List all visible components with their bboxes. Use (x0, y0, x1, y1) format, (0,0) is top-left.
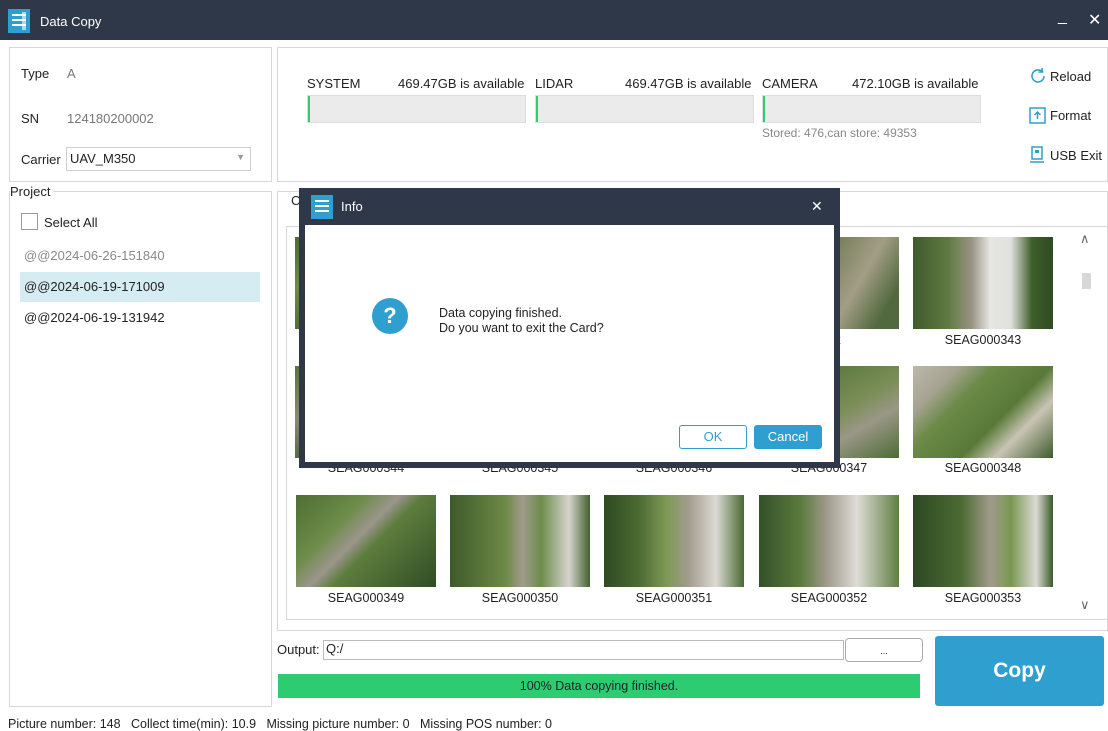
thumbnail-image[interactable] (835, 366, 899, 458)
app-icon (311, 195, 333, 219)
collect-time: Collect time(min): 10.9 (130, 717, 257, 731)
thumbnail-caption: SEAG000343 (944, 333, 1022, 347)
thumbnail-caption: SEAG000349 (327, 591, 405, 605)
project-item[interactable]: @@2024-06-26-151840 (20, 241, 260, 271)
dialog-message-line1: Data copying finished. (439, 306, 562, 320)
system-storage-bar (307, 95, 526, 123)
lidar-available: 469.47GB is available (625, 76, 752, 91)
project-item[interactable]: @@2024-06-19-131942 (20, 303, 260, 333)
thumbnail-image[interactable] (759, 495, 899, 587)
format-button[interactable]: Format (1028, 105, 1108, 125)
reload-label: Reload (1050, 69, 1092, 84)
camera-storage-fill (763, 96, 765, 122)
thumbnail-image[interactable] (831, 237, 899, 329)
reload-icon (1031, 67, 1045, 83)
question-icon: ? (372, 298, 408, 334)
project-label: Project (10, 184, 54, 199)
camera-label: CAMERA (762, 76, 818, 91)
window-title: Data Copy (40, 14, 102, 29)
format-icon (1029, 107, 1046, 124)
select-all-checkbox[interactable] (21, 213, 38, 230)
browse-button[interactable]: ... (845, 638, 923, 662)
usb-icon (1030, 146, 1044, 163)
copy-button[interactable]: Copy (935, 636, 1104, 706)
thumbnail-caption: SEAG000348 (944, 461, 1022, 475)
reload-button[interactable]: Reload (1028, 66, 1108, 86)
close-icon[interactable]: ✕ (1088, 10, 1101, 30)
dialog-body: ? Data copying finished. Do you want to … (305, 225, 834, 462)
status-bar: Picture number: 148 Collect time(min): 1… (8, 717, 552, 731)
picture-number: Picture number: 148 (8, 717, 121, 731)
thumbnail-image[interactable] (604, 495, 744, 587)
info-dialog: Info ✕ ? Data copying finished. Do you w… (299, 188, 840, 468)
system-storage-fill (308, 96, 310, 122)
usb-exit-label: USB Exit (1050, 148, 1103, 163)
thumbnail-caption: SEAG000350 (481, 591, 559, 605)
format-label: Format (1050, 108, 1092, 123)
system-label: SYSTEM (307, 76, 361, 91)
scroll-up-icon[interactable]: ∧ (1080, 231, 1090, 247)
select-all-label[interactable]: Select All (44, 215, 97, 230)
lidar-storage-fill (536, 96, 538, 122)
thumbnail-caption: SEAG000352 (790, 591, 868, 605)
app-icon (8, 9, 30, 33)
thumbnail-image[interactable] (913, 237, 1053, 329)
carrier-label: Carrier (21, 152, 61, 167)
lidar-label: LIDAR (535, 76, 574, 91)
storage-hint: Stored: 476,can store: 49353 (762, 126, 917, 140)
sn-label: SN (21, 111, 40, 126)
missing-pos-number: Missing POS number: 0 (420, 717, 552, 731)
close-icon[interactable]: ✕ (811, 198, 823, 215)
thumbnail-caption: SEAG000351 (635, 591, 713, 605)
copy-progress-bar: 100% Data copying finished. (278, 674, 920, 698)
usb-exit-button[interactable]: USB Exit (1028, 145, 1108, 165)
thumbnail-caption: SEAG000353 (944, 591, 1022, 605)
thumbnail-image[interactable] (913, 366, 1053, 458)
system-available: 469.47GB is available (398, 76, 525, 91)
lidar-storage-bar (535, 95, 754, 123)
output-path-input[interactable]: Q:/ (323, 640, 844, 660)
minimize-icon[interactable]: _ (1058, 8, 1067, 26)
ok-button[interactable]: OK (679, 425, 747, 449)
sn-value: 124180200002 (67, 111, 154, 126)
thumbnail-image[interactable] (450, 495, 590, 587)
title-bar: Data Copy _ ✕ (0, 0, 1108, 40)
scrollbar-thumb[interactable] (1082, 273, 1091, 289)
type-label: Type (21, 66, 50, 81)
type-value: A (67, 66, 76, 81)
scroll-down-icon[interactable]: ∨ (1080, 597, 1090, 613)
carrier-value: UAV_M350 (70, 151, 136, 166)
project-item-selected[interactable]: @@2024-06-19-171009 (20, 272, 260, 302)
cancel-button[interactable]: Cancel (754, 425, 822, 449)
dialog-message-line2: Do you want to exit the Card? (439, 321, 604, 335)
missing-picture-number: Missing picture number: 0 (266, 717, 410, 731)
dialog-title: Info (341, 199, 363, 214)
carrier-select[interactable]: UAV_M350 ▼ (66, 147, 251, 171)
chevron-down-icon: ▼ (236, 152, 245, 162)
camera-available: 472.10GB is available (852, 76, 979, 91)
thumbnail-image[interactable] (296, 495, 436, 587)
thumbnail-image[interactable] (913, 495, 1053, 587)
output-label: Output: (277, 642, 320, 657)
camera-storage-bar (762, 95, 981, 123)
